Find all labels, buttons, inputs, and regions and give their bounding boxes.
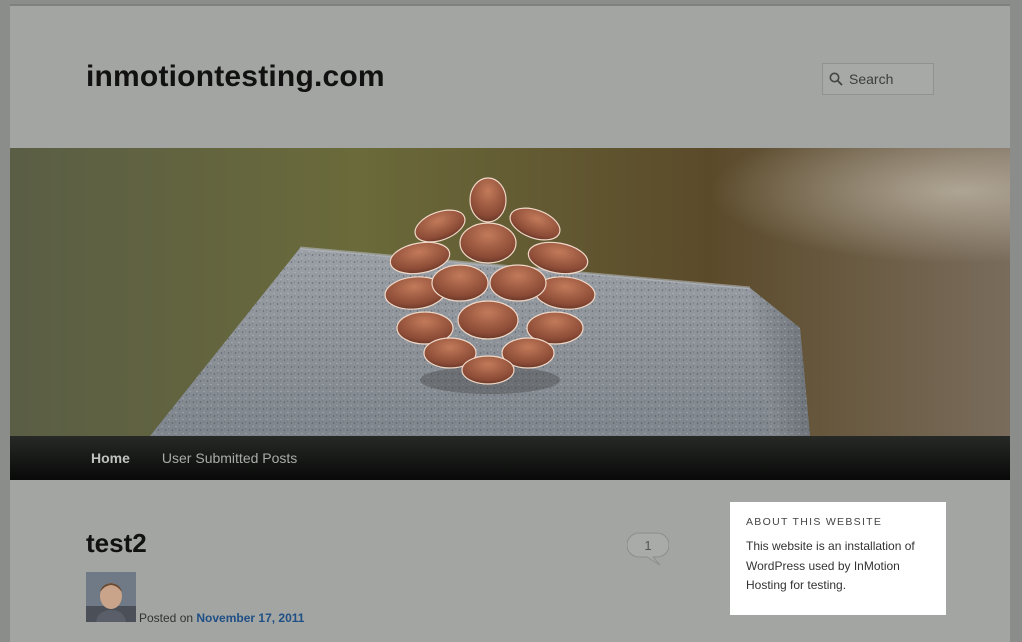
comment-count-link[interactable]: 1 [626, 532, 670, 566]
pinecone-photo [10, 148, 1010, 436]
nav-item-user-submitted-posts[interactable]: User Submitted Posts [162, 450, 297, 466]
page-container: inmotiontesting.com Search Home User Sub… [10, 4, 1010, 642]
post-date-link[interactable]: November 17, 2011 [196, 611, 304, 625]
nav-item-home[interactable]: Home [91, 450, 130, 466]
site-title[interactable]: inmotiontesting.com [86, 60, 385, 94]
search-input[interactable] [849, 71, 929, 87]
main-navigation: Home User Submitted Posts [10, 436, 1010, 480]
widget-title: ABOUT THIS WEBSITE [746, 516, 883, 528]
search-icon [829, 72, 843, 86]
comment-count: 1 [644, 538, 652, 553]
widget-text: This website is an installation of WordP… [746, 539, 915, 592]
posted-on-label: Posted on [139, 611, 194, 625]
post-title[interactable]: test2 [86, 528, 147, 559]
search-box[interactable] [822, 63, 934, 95]
about-widget: ABOUT THIS WEBSITE This website is an in… [730, 502, 946, 615]
author-avatar[interactable] [86, 572, 136, 622]
post-meta: Posted on November 17, 2011 [139, 611, 304, 625]
header-banner-image [10, 148, 1010, 436]
